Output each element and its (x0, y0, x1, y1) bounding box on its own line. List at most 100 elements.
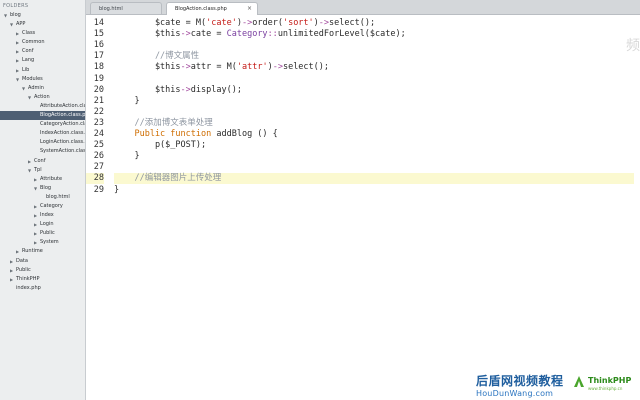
folder-item[interactable]: ▶ Index (0, 211, 85, 220)
folder-item[interactable]: ▶ Lib (0, 66, 85, 75)
folder-item[interactable]: ▶ Lang (0, 56, 85, 65)
folder-item[interactable]: ▶ Public (0, 229, 85, 238)
folder-item[interactable]: ▼ Action (0, 93, 85, 102)
tab-label: blog.html (99, 6, 123, 12)
folder-item[interactable]: ▶ Attribute (0, 175, 85, 184)
tree-item-label: Modules (22, 75, 43, 82)
disclosure-closed-icon[interactable]: ▶ (16, 38, 19, 47)
code-token: //编辑器图片上传处理 (114, 173, 222, 184)
code-token: //添加博文表单处理 (114, 117, 213, 128)
disclosure-closed-icon[interactable]: ▶ (34, 211, 37, 220)
code-token: $cate = (114, 18, 196, 28)
code-line: //编辑器图片上传处理 (114, 173, 221, 184)
thinkphp-logo: ThinkPHP www.thinkphp.cn (572, 373, 638, 397)
disclosure-closed-icon[interactable]: ▶ (10, 275, 13, 284)
disclosure-closed-icon[interactable]: ▶ (34, 175, 37, 184)
code-line: $this->display(); (114, 85, 242, 96)
code-token: addBlog () { (216, 129, 278, 139)
code-token: $this (114, 62, 181, 73)
folder-item[interactable]: ▶ Conf (0, 157, 85, 166)
folder-item[interactable]: ▶ Data (0, 257, 85, 266)
folder-item[interactable]: ▶ Category (0, 202, 85, 211)
disclosure-closed-icon[interactable]: ▶ (28, 157, 31, 166)
code-token: -> (241, 18, 253, 28)
code-token: } (114, 184, 120, 195)
code-token: unlimitedForLevel($cate); (277, 29, 406, 40)
tree-item-label: blog.html (46, 193, 70, 200)
folder-item[interactable]: ▶ Class (0, 29, 85, 38)
disclosure-closed-icon[interactable]: ▶ (16, 66, 19, 75)
disclosure-closed-icon[interactable]: ▶ (16, 247, 19, 256)
tab-bar: blog.html BlogAction.class.php × (86, 0, 640, 15)
tree-item-label: Tpl (34, 166, 42, 173)
folder-item[interactable]: ▼ Admin (0, 84, 85, 93)
folder-item[interactable]: ▶ Conf (0, 47, 85, 56)
code-line: //添加博文表单处理 (114, 117, 213, 129)
folder-item[interactable]: ▶ System (0, 238, 85, 247)
tree-item-label: Action (34, 93, 50, 100)
folder-item[interactable]: ▼ blog (0, 11, 85, 20)
disclosure-open-icon[interactable]: ▼ (16, 75, 19, 84)
tree-item-label: Category (40, 202, 63, 209)
file-item[interactable]: CategoryAction.class.php (0, 120, 85, 129)
code-editor[interactable]: 14 15 16 17 18 19 20 21 22 23 24 25 26 27 28 29 $cate =… (86, 15, 640, 400)
line-number: 21 (93, 95, 104, 106)
side-watermark: 频 (626, 38, 640, 54)
disclosure-open-icon[interactable]: ▼ (28, 93, 31, 102)
code-token: -> (180, 29, 191, 40)
folder-item[interactable]: ▼ APP (0, 20, 85, 29)
tab-blog-html[interactable]: blog.html (90, 2, 162, 14)
tab-blogaction-class-php[interactable]: BlogAction.class.php × (166, 2, 258, 15)
file-item[interactable]: IndexAction.class.php (0, 129, 85, 138)
folder-item[interactable]: ▶ Public (0, 266, 85, 275)
sidebar: FOLDERS ▼ blog ▼ APP ▶ Class ▶ Common ▶ Conf ▶ Lang… (0, 0, 86, 400)
thinkphp-url: www.thinkphp.cn (588, 386, 623, 391)
disclosure-open-icon[interactable]: ▼ (34, 184, 37, 193)
code-area[interactable]: $cate = M('cate')->order('sort')->select… (114, 15, 634, 400)
tree-item-label: Blog (40, 184, 52, 191)
disclosure-closed-icon[interactable]: ▶ (34, 238, 37, 247)
code-token: -> (180, 84, 191, 95)
folder-tree: ▼ blog ▼ APP ▶ Class ▶ Common ▶ Conf ▶ Lang ▶ Lib ▼ Mod… (0, 11, 85, 293)
folder-item[interactable]: ▼ Modules (0, 75, 85, 84)
disclosure-closed-icon[interactable]: ▶ (34, 202, 37, 211)
tree-item-label: LoginAction.class.php (40, 139, 85, 146)
folder-item[interactable]: ▶ Login (0, 220, 85, 229)
file-item[interactable]: BlogAction.class.php (0, 111, 86, 121)
file-item[interactable]: SystemAction.class.php (0, 147, 85, 156)
disclosure-closed-icon[interactable]: ▶ (16, 56, 19, 65)
disclosure-closed-icon[interactable]: ▶ (10, 266, 13, 275)
code-token: M( (226, 62, 237, 73)
disclosure-closed-icon[interactable]: ▶ (10, 257, 13, 266)
disclosure-closed-icon[interactable]: ▶ (16, 29, 19, 38)
disclosure-closed-icon[interactable]: ▶ (34, 220, 37, 229)
folder-item[interactable]: ▶ Common (0, 38, 85, 47)
file-item[interactable]: blog.html (0, 193, 85, 202)
tree-item-label: Public (40, 230, 55, 237)
tree-item-label: index.php (16, 284, 41, 291)
folder-item[interactable]: ▼ Tpl (0, 166, 85, 175)
disclosure-open-icon[interactable]: ▼ (28, 166, 31, 175)
disclosure-closed-icon[interactable]: ▶ (34, 229, 37, 238)
folder-item[interactable]: ▼ Blog (0, 184, 85, 193)
folder-item[interactable]: ▶ Runtime (0, 247, 85, 256)
line-number: 17 (93, 51, 104, 62)
tree-item-label: Conf (34, 157, 46, 164)
disclosure-closed-icon[interactable]: ▶ (16, 47, 19, 56)
folder-item[interactable]: ▶ ThinkPHP (0, 275, 85, 284)
file-item[interactable]: index.php (0, 284, 85, 293)
disclosure-open-icon[interactable]: ▼ (4, 11, 7, 20)
line-number: 26 (93, 151, 104, 162)
file-item[interactable]: LoginAction.class.php (0, 138, 85, 147)
code-token: Public function (114, 129, 217, 139)
code-token: select(); (329, 18, 376, 28)
code-token: 'cate' (206, 18, 237, 28)
disclosure-open-icon[interactable]: ▼ (22, 84, 25, 93)
tree-item-label: BlogAction.class.php (40, 112, 86, 119)
code-token: order( (252, 18, 283, 28)
disclosure-open-icon[interactable]: ▼ (10, 20, 13, 29)
code-line: Public function addBlog () { (114, 129, 278, 140)
file-item[interactable]: AttributeAction.class.php (0, 102, 85, 111)
close-icon[interactable]: × (247, 3, 252, 15)
line-number: 25 (93, 140, 104, 151)
